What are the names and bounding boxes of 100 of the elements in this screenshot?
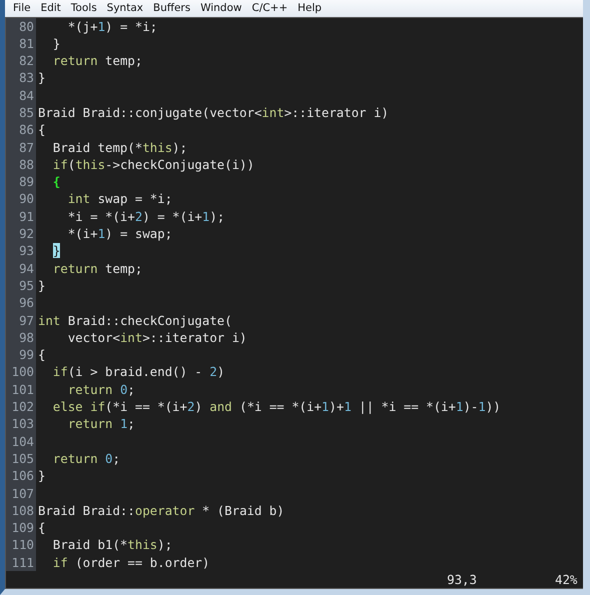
code-text: (: [68, 156, 76, 172]
code-text: {: [38, 347, 46, 362]
code-text: }: [38, 70, 46, 86]
menu-item[interactable]: Buffers: [148, 2, 196, 14]
code-text: || *i == *(i+: [358, 399, 456, 414]
code-number: 0: [120, 382, 128, 397]
code-text: );: [210, 208, 225, 224]
code-keyword: this: [128, 537, 158, 552]
code-text: ): [217, 364, 225, 380]
code-keyword: if: [52, 364, 68, 380]
line-number: 109: [6, 519, 36, 536]
code-keyword: int: [120, 330, 142, 345]
code-text: )+: [329, 399, 344, 414]
line-number: 90: [6, 190, 36, 208]
code-text: ;: [112, 450, 120, 466]
code-text: }: [38, 468, 46, 484]
code-text: ) = swap;: [105, 226, 172, 242]
code-keyword: int: [262, 104, 284, 120]
code-text: *(i+: [68, 226, 98, 242]
code-keyword: return: [52, 260, 98, 276]
line-number: 105: [6, 450, 36, 468]
code-number: 1: [98, 18, 106, 34]
code-number: 1: [322, 399, 330, 414]
code-keyword: if: [52, 156, 68, 172]
code-keyword: else: [52, 399, 83, 414]
code-text: *(j+: [68, 18, 98, 34]
matching-bracket: {: [52, 174, 60, 190]
code-keyword: return: [52, 450, 98, 466]
code-text: * (Braid b): [202, 502, 284, 518]
line-number: 99: [6, 346, 36, 364]
code-text: Braid b1(*: [52, 537, 128, 552]
line-number: 101: [6, 380, 36, 398]
line-number: 82: [6, 52, 36, 70]
line-number: 81: [6, 34, 36, 52]
code-text: >::iterator i): [142, 330, 247, 345]
line-number: 93: [6, 242, 36, 260]
line-number: 97: [6, 312, 36, 329]
code-text: )-: [463, 399, 478, 414]
line-number: 111: [6, 554, 36, 571]
code-text: Braid Braid::: [38, 502, 135, 518]
code-keyword: int: [68, 191, 90, 206]
code-text: ;: [128, 382, 136, 397]
code-keyword: and: [210, 399, 232, 414]
menu-item[interactable]: Help: [292, 2, 327, 14]
code-number: 1: [344, 399, 352, 414]
menu-item[interactable]: Window: [195, 2, 247, 14]
code-text: ) = *(i+: [142, 208, 202, 224]
code-text: (*i == *(i+: [239, 399, 322, 414]
line-number: 98: [6, 328, 36, 346]
code-number: 2: [210, 364, 218, 380]
line-number: 104: [6, 432, 36, 450]
code-text: temp;: [105, 260, 142, 276]
code-text: swap = *i;: [98, 191, 172, 206]
line-number: 106: [6, 467, 36, 485]
line-number: 103: [6, 415, 36, 433]
line-number: 107: [6, 484, 36, 502]
code-text: (order == b.order): [75, 554, 210, 570]
code-text: >::iterator i): [284, 104, 389, 120]
code-text: Braid::checkConjugate(: [68, 312, 232, 328]
code-number: 2: [187, 399, 195, 414]
code-keyword: this: [75, 156, 106, 172]
cursor-position: 93,3: [447, 571, 477, 588]
code-number: 1: [120, 416, 128, 432]
code-text: );: [157, 537, 172, 552]
code-keyword: int: [38, 312, 60, 328]
code-number: 1: [456, 399, 464, 414]
code-keyword: return: [68, 416, 113, 432]
menu-item[interactable]: C/C++: [246, 2, 293, 14]
menu-item[interactable]: Edit: [36, 2, 66, 14]
code-number: 2: [134, 208, 142, 224]
menu-item[interactable]: Tools: [66, 2, 102, 14]
code-keyword: this: [142, 140, 172, 155]
code-keyword: return: [68, 382, 113, 397]
code-text: );: [172, 140, 188, 155]
code-keyword: if: [52, 554, 68, 570]
line-number: 83: [6, 69, 36, 87]
code-text: Braid temp(*: [52, 140, 142, 155]
line-number: 88: [6, 156, 36, 174]
line-number: 110: [6, 536, 36, 554]
code-number: 1: [98, 226, 106, 242]
code-keyword: return: [52, 53, 98, 68]
code-number: 1: [202, 208, 210, 224]
code-text: Braid Braid::conjugate(vector<: [38, 104, 262, 120]
code-text: *i = *(i+: [68, 208, 135, 224]
code-text: ): [194, 399, 202, 414]
code-number: 1: [478, 399, 486, 414]
line-number: 94: [6, 260, 36, 277]
code-text: vector<: [68, 330, 120, 345]
code-text: ->checkConjugate(i)): [105, 156, 254, 172]
menu-item[interactable]: Syntax: [102, 2, 148, 14]
code-keyword: operator: [134, 502, 195, 518]
cursor-cell: }: [52, 243, 60, 258]
code-text: temp;: [105, 53, 142, 68]
line-number: 108: [6, 502, 36, 520]
menu-item[interactable]: File: [8, 2, 36, 14]
code-text: )): [486, 399, 501, 414]
code-text: ;: [128, 416, 136, 432]
code-keyword: if: [90, 399, 106, 414]
line-number: 84: [6, 86, 36, 104]
code-text: }: [52, 36, 60, 51]
